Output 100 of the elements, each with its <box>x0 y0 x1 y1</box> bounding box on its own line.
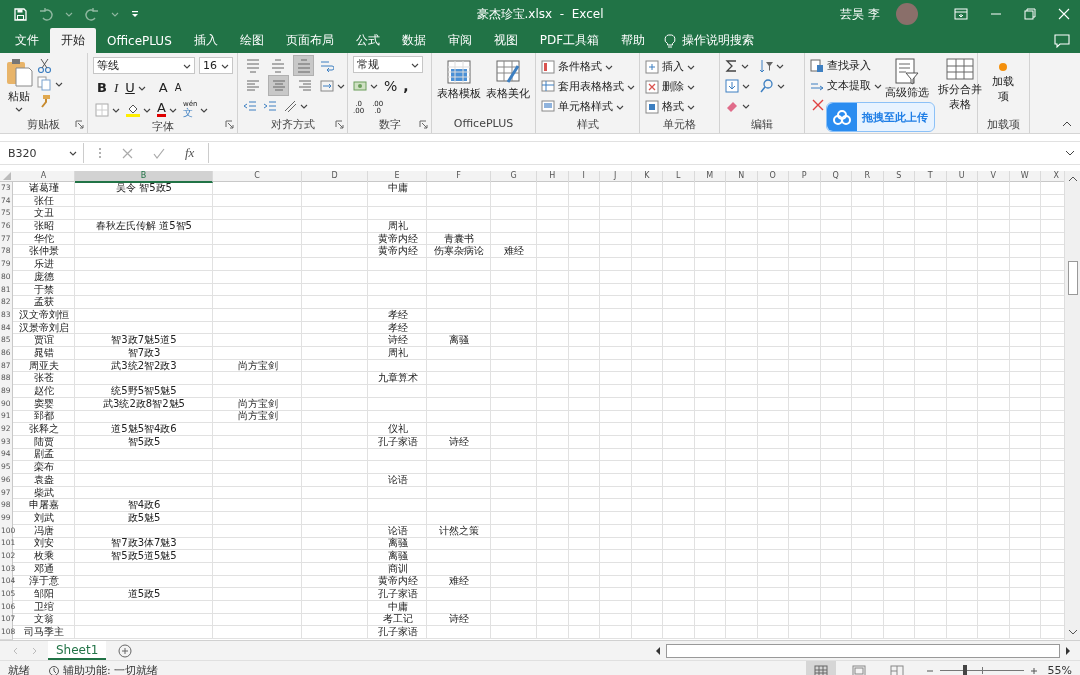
ribbon-button[interactable]: 删除 <box>645 77 695 96</box>
status-text: 就绪 <box>8 663 30 675</box>
font-size-field[interactable]: 16 <box>199 57 233 74</box>
ribbon-tab[interactable]: 公式 <box>344 28 391 53</box>
decrease-indent-icon[interactable] <box>243 98 257 113</box>
fill-color-button[interactable] <box>126 102 151 117</box>
caret-icon <box>777 82 785 89</box>
scroll-down-icon[interactable] <box>1067 628 1078 636</box>
cut-icon[interactable] <box>37 58 52 73</box>
ribbon-button[interactable]: 拆分合并表格 <box>932 56 982 117</box>
shrink-font-button[interactable]: A <box>174 82 182 93</box>
grow-font-button[interactable]: A <box>158 80 168 95</box>
ribbon-tab[interactable]: 页面布局 <box>274 28 345 53</box>
ribbon-tab[interactable]: 文件 <box>4 28 50 53</box>
ribbon-tab[interactable]: 帮助 <box>610 28 657 53</box>
ribbon-tab[interactable]: OfficePLUS <box>96 28 183 53</box>
check-icon[interactable] <box>153 147 165 159</box>
font-name-field[interactable]: 等线 <box>93 57 195 74</box>
caret-icon <box>137 84 146 91</box>
zoom-slider[interactable] <box>939 665 1024 675</box>
orientation-button[interactable] <box>283 98 308 113</box>
undo-icon[interactable] <box>39 7 53 21</box>
font-color-button[interactable]: A <box>157 102 177 117</box>
align-bottom-button[interactable] <box>293 55 314 76</box>
ribbon-tab[interactable]: PDF工具箱 <box>528 28 611 53</box>
scroll-up-icon[interactable] <box>1067 175 1078 183</box>
merge-center-button[interactable] <box>320 78 345 93</box>
table-cell-text: 剧孟 <box>34 448 54 461</box>
restore-icon[interactable] <box>1024 8 1036 20</box>
cancel-icon[interactable] <box>122 147 133 159</box>
save-icon[interactable] <box>14 7 27 21</box>
ribbon-tab[interactable]: 插入 <box>182 28 229 53</box>
redo-icon[interactable] <box>85 7 99 21</box>
ribbon-tab[interactable]: 视图 <box>482 28 529 53</box>
dialog-launcher-icon[interactable] <box>225 120 234 129</box>
bold-button[interactable]: B <box>97 80 107 95</box>
close-icon[interactable] <box>1058 8 1070 20</box>
prev-sheet-icon[interactable] <box>12 646 19 655</box>
expand-icon[interactable] <box>1065 149 1075 157</box>
name-box[interactable]: B320 <box>2 143 84 163</box>
vertical-scrollbar[interactable] <box>1064 171 1080 640</box>
lightbulb-icon[interactable] <box>664 33 677 48</box>
customize-icon[interactable] <box>131 10 139 18</box>
autosum-button[interactable] <box>725 58 749 73</box>
ribbon-button[interactable]: 查找录入 <box>810 56 882 75</box>
ribbon-button[interactable]: 条件格式 <box>541 57 635 76</box>
borders-button[interactable] <box>95 102 120 117</box>
ribbon-button[interactable]: 套用表格格式 <box>541 77 635 96</box>
comma-button[interactable]: , <box>403 77 409 94</box>
dialog-launcher-icon[interactable] <box>335 120 344 129</box>
insert-function-button[interactable]: fx <box>185 145 195 161</box>
scroll-thumb[interactable] <box>1067 261 1078 295</box>
table-cell: 诗经 <box>449 435 469 449</box>
addins-button[interactable]: 加载项 <box>983 56 1023 117</box>
ribbon-button[interactable]: 单元格样式 <box>541 97 635 116</box>
sort-filter-button[interactable] <box>759 58 784 73</box>
number-format-field[interactable]: 常规 <box>353 56 423 73</box>
upload-popup[interactable]: 拖拽至此上传 <box>826 102 935 132</box>
table-cell-text: 柴武 <box>34 486 54 499</box>
column-header[interactable]: B <box>75 171 213 183</box>
ribbon-button[interactable]: 表格美化 <box>485 56 530 117</box>
find-button[interactable] <box>760 78 785 93</box>
caret-icon <box>627 83 635 90</box>
ribbon-button[interactable]: 插入 <box>645 57 695 76</box>
ribbon-tab[interactable]: 开始 <box>50 28 96 53</box>
fill-button[interactable] <box>725 78 750 93</box>
add-sheet-icon[interactable] <box>118 643 133 658</box>
underline-button[interactable]: U <box>125 80 146 95</box>
wrap-text-icon[interactable] <box>320 58 334 73</box>
dialog-launcher-icon[interactable] <box>419 120 428 129</box>
increase-indent-icon[interactable] <box>263 98 277 113</box>
italic-button[interactable]: I <box>113 79 119 96</box>
ribbon-tab[interactable]: 绘图 <box>228 28 275 53</box>
tell-me-search[interactable]: 操作说明搜索 <box>682 32 755 49</box>
accounting-button[interactable] <box>353 79 378 92</box>
scroll-right-icon[interactable] <box>1064 645 1072 656</box>
zoom-level[interactable]: 55% <box>1047 664 1072 675</box>
ribbon-tab[interactable]: 数据 <box>390 28 437 53</box>
collapse-ribbon-icon[interactable] <box>1062 120 1072 128</box>
copy-icon[interactable] <box>37 76 51 91</box>
comment-icon[interactable] <box>1054 33 1070 48</box>
dialog-launcher-icon[interactable] <box>75 120 84 129</box>
table-cell-text: 黄帝内经 <box>377 232 418 245</box>
ribbon-button[interactable]: 格式 <box>645 97 695 116</box>
ribbon-display-icon[interactable] <box>954 8 968 20</box>
table-cell: 伤寒杂病论 <box>434 245 484 259</box>
horizontal-scrollbar[interactable] <box>654 643 1072 658</box>
next-sheet-icon[interactable] <box>31 646 38 655</box>
zoom-in-icon[interactable] <box>1029 666 1038 675</box>
delete-mark-icon[interactable] <box>812 99 824 111</box>
sheet-tab[interactable]: Sheet1 <box>48 641 107 660</box>
paste-button[interactable]: 粘贴 <box>5 56 33 117</box>
percent-button[interactable]: % <box>384 77 398 94</box>
ribbon-button[interactable]: 表格模板 <box>437 56 482 117</box>
scroll-left-icon[interactable] <box>654 645 662 656</box>
view-button[interactable] <box>805 661 836 675</box>
align-middle-icon <box>270 58 285 73</box>
ribbon-button[interactable]: 文本提取 <box>810 76 882 95</box>
ribbon-tab[interactable]: 审阅 <box>436 28 483 53</box>
slider-thumb[interactable] <box>962 665 967 675</box>
